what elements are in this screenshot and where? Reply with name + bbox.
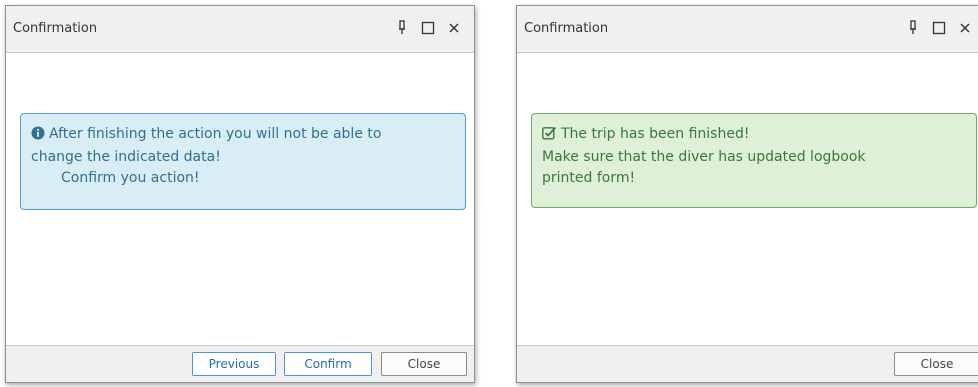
- maximize-icon[interactable]: [929, 18, 949, 38]
- dialog-footer: Close: [517, 345, 978, 382]
- info-circle-icon: [31, 126, 45, 147]
- success-alert: The trip has been finished! Make sure th…: [531, 113, 977, 208]
- dialog-titlebar[interactable]: Confirmation: [517, 6, 978, 53]
- check-square-icon: [542, 126, 557, 147]
- dialog-content: After finishing the action you will not …: [6, 53, 474, 345]
- close-icon[interactable]: [955, 18, 975, 38]
- alert-text-1: The trip has been finished!: [561, 126, 750, 142]
- pin-icon[interactable]: [392, 18, 412, 38]
- maximize-icon[interactable]: [418, 18, 438, 38]
- dialog-titlebar[interactable]: Confirmation: [6, 6, 474, 53]
- previous-button[interactable]: Previous: [192, 352, 276, 376]
- dialog-content: The trip has been finished! Make sure th…: [517, 53, 978, 345]
- alert-line-1: The trip has been finished!: [542, 124, 966, 147]
- pin-icon[interactable]: [903, 18, 923, 38]
- close-button[interactable]: Close: [894, 352, 978, 376]
- close-button[interactable]: Close: [381, 352, 467, 376]
- alert-line-1: After finishing the action you will not …: [31, 124, 455, 147]
- confirm-button[interactable]: Confirm: [284, 352, 372, 376]
- alert-text-3: printed form!: [542, 170, 636, 186]
- alert-text-1: After finishing the action you will not …: [49, 126, 382, 142]
- alert-text-2: Make sure that the diver has updated log…: [542, 149, 866, 165]
- dialog-title: Confirmation: [13, 21, 98, 36]
- close-icon[interactable]: [444, 18, 464, 38]
- alert-text-2: change the indicated data!: [31, 149, 221, 165]
- confirmation-dialog-success: Confirmation The trip has been finished!…: [516, 5, 978, 383]
- dialog-title: Confirmation: [524, 21, 609, 36]
- info-alert: After finishing the action you will not …: [20, 113, 466, 210]
- confirmation-dialog-info: Confirmation After finishing the action …: [5, 5, 475, 383]
- dialog-footer: Previous Confirm Close: [6, 345, 474, 382]
- alert-text-3: Confirm you action!: [61, 170, 200, 186]
